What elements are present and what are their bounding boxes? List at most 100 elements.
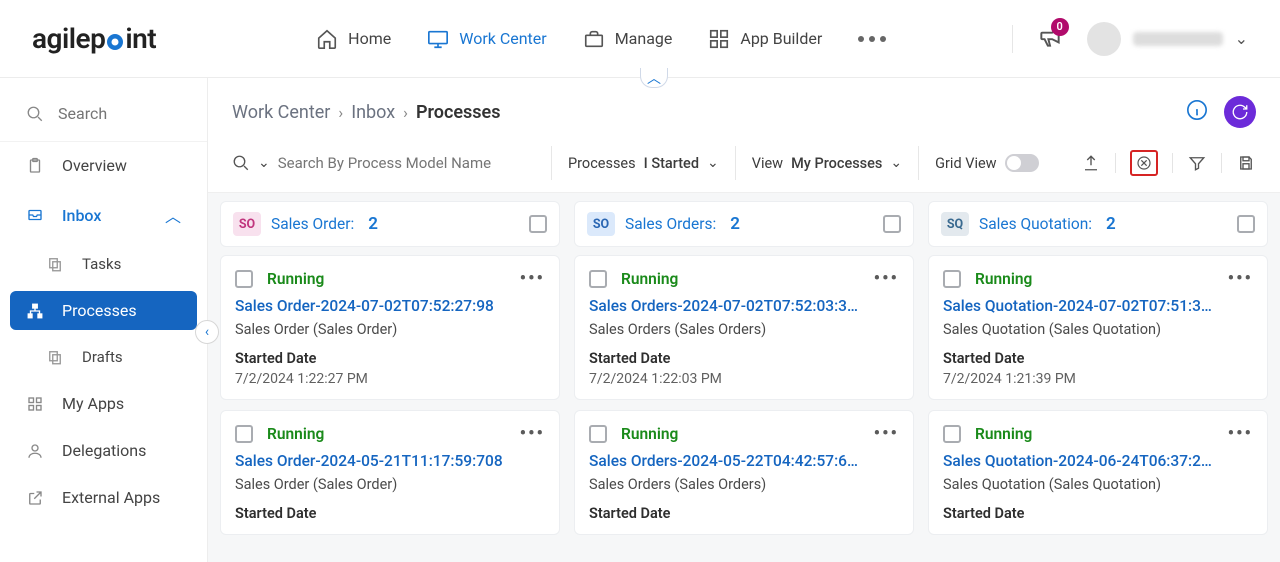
card-top: Running ••• <box>943 268 1253 289</box>
sidebar-my-apps[interactable]: My Apps <box>0 380 207 427</box>
card-status: Running <box>975 270 1032 288</box>
sidebar-tasks[interactable]: Tasks <box>0 241 207 287</box>
sidebar-processes[interactable]: Processes <box>10 291 197 330</box>
card-menu-button[interactable]: ••• <box>1228 423 1253 444</box>
info-icon <box>1186 99 1208 121</box>
card-checkbox[interactable] <box>589 270 607 288</box>
column-badge: SQ <box>941 212 969 236</box>
process-card[interactable]: Running ••• Sales Quotation-2024-07-02T07:… <box>928 255 1268 400</box>
card-top: Running ••• <box>235 268 545 289</box>
sidebar-drafts[interactable]: Drafts <box>0 334 207 380</box>
nav-right: 0 ⌄ <box>1012 22 1248 56</box>
sidebar-search[interactable]: Search <box>0 86 207 142</box>
refresh-button[interactable] <box>1224 96 1256 128</box>
notifications-button[interactable]: 0 <box>1037 24 1063 54</box>
sidebar-inbox[interactable]: Inbox ︿ <box>0 189 207 241</box>
nav-work-center[interactable]: Work Center <box>427 28 546 50</box>
card-date-label: Started Date <box>235 505 545 522</box>
board-column: SOSales Order:2Running•••Sales Order-202… <box>220 201 560 562</box>
sidebar: Search Overview Inbox ︿ Tasks Processes … <box>0 78 208 562</box>
column-select-all[interactable] <box>883 215 901 233</box>
card-status: Running <box>621 425 678 443</box>
sidebar-delegations[interactable]: Delegations <box>0 427 207 474</box>
process-card[interactable]: Running ••• Sales Orders-2024-07-02T07:52:… <box>574 255 914 400</box>
nav-manage[interactable]: Manage <box>583 28 673 50</box>
search-input[interactable] <box>278 154 518 172</box>
clipboard-icon <box>26 157 44 175</box>
chevron-up-icon: ︿ <box>165 203 181 227</box>
card-status: Running <box>975 425 1032 443</box>
card-status: Running <box>267 270 324 288</box>
card-date-value: 7/2/2024 1:22:27 PM <box>235 371 545 387</box>
sidebar-collapse-button[interactable]: ‹ <box>195 320 219 344</box>
card-menu-button[interactable]: ••• <box>520 268 545 289</box>
user-menu[interactable]: ⌄ <box>1087 22 1248 56</box>
nav-app-builder[interactable]: App Builder <box>708 28 822 50</box>
content: Work Center › Inbox › Processes ⌄ <box>208 78 1280 562</box>
card-title[interactable]: Sales Order-2024-07-02T07:52:27:98 <box>235 297 545 315</box>
column-select-all[interactable] <box>529 215 547 233</box>
process-card[interactable]: Running ••• Sales Order-2024-07-02T07:52:2… <box>220 255 560 400</box>
card-title[interactable]: Sales Order-2024-05-21T11:17:59:708 <box>235 452 545 470</box>
sidebar-search-label: Search <box>58 104 107 123</box>
monitor-icon <box>427 28 449 50</box>
nav-manage-label: Manage <box>615 29 673 48</box>
card-menu-button[interactable]: ••• <box>520 423 545 444</box>
process-card[interactable]: Running•••Sales Order-2024-05-21T11:17:5… <box>220 410 560 535</box>
card-title[interactable]: Sales Quotation-2024-07-02T07:51:3… <box>943 297 1253 315</box>
collapse-nav-tab[interactable]: ︿ <box>640 68 668 88</box>
card-menu-button[interactable]: ••• <box>874 268 899 289</box>
view-filter-value: My Processes <box>791 155 882 172</box>
separator <box>1221 153 1222 173</box>
crumb-inbox[interactable]: Inbox <box>351 102 395 123</box>
grid-view-toggle[interactable] <box>1005 154 1039 172</box>
info-button[interactable] <box>1186 99 1208 125</box>
card-title[interactable]: Sales Orders-2024-07-02T07:52:03:3… <box>589 297 899 315</box>
process-card[interactable]: Running ••• Sales Orders-2024-05-22T04:42:… <box>574 410 914 535</box>
sidebar-my-apps-label: My Apps <box>62 394 124 413</box>
sidebar-overview[interactable]: Overview <box>0 142 207 189</box>
save-button[interactable] <box>1236 153 1256 173</box>
search-scope-dropdown[interactable]: ⌄ <box>258 155 270 171</box>
crumb-work-center[interactable]: Work Center <box>232 102 330 123</box>
process-card[interactable]: Running ••• Sales Quotation-2024-06-24T06:… <box>928 410 1268 535</box>
card-menu-button[interactable]: ••• <box>1228 268 1253 289</box>
column-select-all[interactable] <box>1237 215 1255 233</box>
cancel-icon <box>1136 155 1152 171</box>
card-checkbox[interactable] <box>235 425 253 443</box>
chevron-down-icon: ⌄ <box>1235 29 1248 48</box>
toolbar-actions <box>1081 150 1256 176</box>
nav-items: Home Work Center Manage App Builder <box>316 28 886 50</box>
card-title[interactable]: Sales Orders-2024-05-22T04:42:57:6… <box>589 452 899 470</box>
card-subtitle: Sales Order (Sales Order) <box>235 476 545 493</box>
sidebar-external-apps[interactable]: External Apps <box>0 474 207 521</box>
column-title: Sales Order: <box>271 215 354 233</box>
card-date-value: 7/2/2024 1:22:03 PM <box>589 371 899 387</box>
card-title[interactable]: Sales Quotation-2024-06-24T06:37:2… <box>943 452 1253 470</box>
export-button[interactable] <box>1081 153 1101 173</box>
view-filter[interactable]: View My Processes ⌄ <box>736 146 919 180</box>
card-checkbox[interactable] <box>943 425 961 443</box>
column-title: Sales Quotation: <box>979 215 1092 233</box>
card-menu-button[interactable]: ••• <box>874 423 899 444</box>
card-checkbox[interactable] <box>943 270 961 288</box>
filter-button[interactable] <box>1187 153 1207 173</box>
nav-home[interactable]: Home <box>316 28 391 50</box>
card-date-label: Started Date <box>943 505 1253 522</box>
card-status: Running <box>621 270 678 288</box>
card-checkbox[interactable] <box>589 425 607 443</box>
nav-home-label: Home <box>348 29 391 48</box>
crumb-sep: › <box>338 103 343 122</box>
cancel-button[interactable] <box>1130 150 1158 176</box>
apps-icon <box>26 395 44 413</box>
card-subtitle: Sales Order (Sales Order) <box>235 321 545 338</box>
inbox-icon <box>26 206 44 224</box>
card-checkbox[interactable] <box>235 270 253 288</box>
crumb-processes: Processes <box>416 102 501 123</box>
separator <box>1012 25 1013 53</box>
home-icon <box>316 28 338 50</box>
nav-more[interactable] <box>858 28 886 50</box>
toolbar: ⌄ Processes I Started ⌄ View My Processe… <box>208 142 1280 193</box>
avatar <box>1087 22 1121 56</box>
processes-filter[interactable]: Processes I Started ⌄ <box>552 146 736 180</box>
